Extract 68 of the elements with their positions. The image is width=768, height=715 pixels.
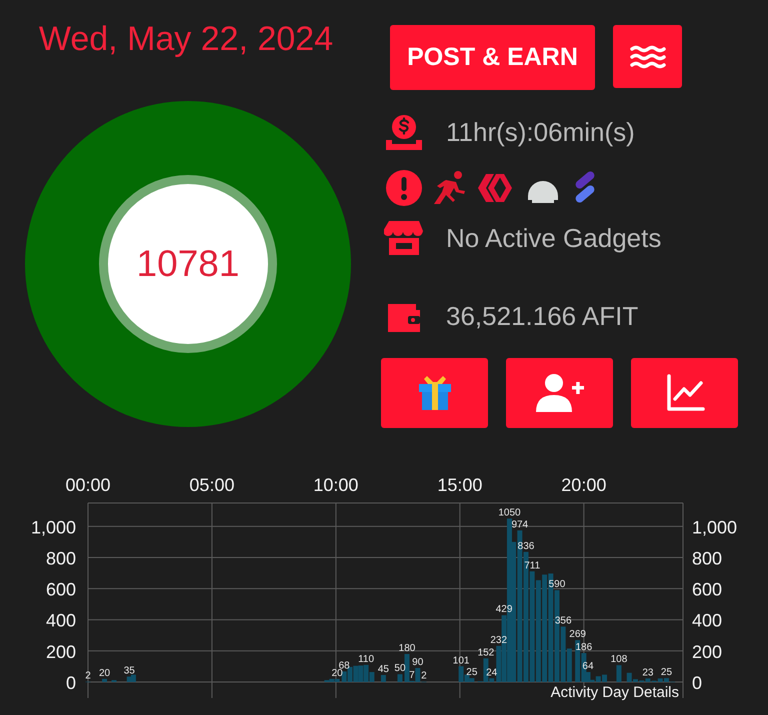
y-axis-label: 600	[692, 580, 722, 600]
bar	[397, 674, 402, 682]
data-label: 590	[548, 579, 566, 590]
bar	[616, 665, 622, 682]
y-axis-label: 400	[692, 610, 722, 631]
y-axis-label: 200	[46, 642, 76, 662]
data-label: 186	[576, 642, 592, 654]
y-axis-label: 1,000	[30, 517, 76, 538]
data-label: 110	[358, 654, 374, 665]
data-label: 64	[582, 661, 594, 672]
y-axis-label: 200	[692, 642, 722, 662]
data-label: 2	[421, 670, 427, 682]
y-axis-label: 1,000	[692, 517, 738, 538]
data-label: 269	[569, 629, 586, 640]
data-label: 50	[394, 663, 406, 674]
gift-button[interactable]	[381, 358, 488, 428]
y-axis-label: 400	[46, 610, 76, 631]
y-axis-label: 0	[66, 673, 76, 693]
x-axis-label: 20:00	[561, 475, 606, 495]
data-label: 711	[524, 560, 540, 572]
data-label: 25	[466, 667, 478, 678]
data-label: 20	[332, 668, 343, 679]
data-label: 7	[409, 670, 415, 681]
timer-text: 11hr(s):06min(s)	[446, 116, 635, 148]
data-label: 2	[85, 670, 91, 682]
y-axis-label: 800	[46, 548, 76, 568]
line-chart-icon	[664, 373, 704, 413]
data-label: 429	[496, 604, 512, 616]
data-label: 20	[98, 668, 110, 679]
data-label: 232	[490, 634, 508, 646]
data-label: 45	[378, 664, 389, 675]
data-label: 35	[124, 666, 135, 677]
data-label: 356	[554, 616, 572, 627]
bar	[102, 678, 108, 682]
x-axis-label: 15:00	[437, 475, 482, 495]
data-label: 90	[412, 657, 424, 668]
stats-button[interactable]	[631, 358, 738, 428]
data-label: 1050	[498, 508, 521, 519]
menu-button[interactable]	[613, 25, 682, 88]
date: Wed, May 22, 2024	[38, 20, 334, 59]
data-label: 974	[511, 519, 528, 530]
data-label: 101	[452, 655, 470, 666]
gadgets-text: No Active Gadgets	[446, 222, 662, 254]
coin-icon	[384, 112, 424, 152]
y-axis-label: 0	[692, 673, 702, 693]
post-earn-button[interactable]: POST & EARN	[390, 25, 595, 90]
bar	[380, 675, 386, 682]
add-friend-button[interactable]	[506, 358, 613, 428]
data-label: 24	[486, 667, 498, 678]
wallet-balance: 36,521.166 AFIT	[446, 300, 638, 332]
step-count: 10781	[136, 243, 240, 285]
add-person-icon	[534, 372, 586, 414]
runner-icon	[432, 170, 468, 206]
store-icon	[384, 218, 424, 258]
data-label: 152	[478, 647, 494, 658]
x-axis-label: 00:00	[65, 475, 111, 495]
data-label: 25	[660, 667, 672, 678]
x-axis-label: 10:00	[313, 475, 358, 495]
data-label: 836	[518, 540, 534, 552]
alert-icon	[384, 168, 424, 208]
data-label: 108	[610, 654, 628, 666]
data-label: 23	[642, 667, 654, 678]
chart-title: Activity Day Details	[550, 684, 679, 701]
y-axis-label: 600	[46, 580, 76, 600]
data-label: 180	[398, 642, 416, 654]
menu-icon	[630, 44, 666, 70]
y-axis-label: 800	[692, 548, 722, 568]
x-axis-label: 05:00	[189, 475, 234, 495]
